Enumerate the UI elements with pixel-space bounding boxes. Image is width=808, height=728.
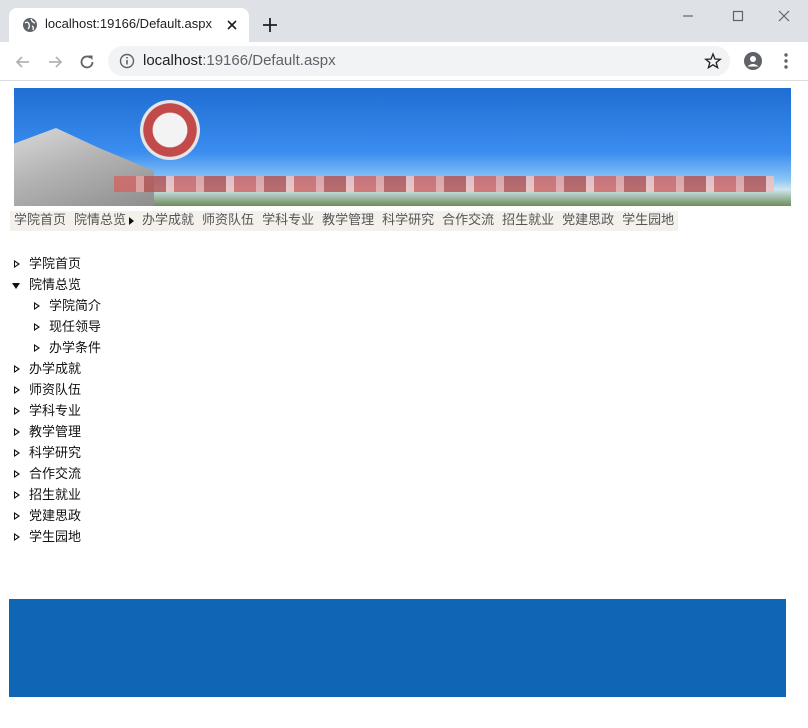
minimize-icon[interactable] <box>680 8 696 24</box>
menu-item-label: 学科专业 <box>262 213 315 228</box>
menu-item-label: 招生就业 <box>502 213 555 228</box>
menu-item-label: 科学研究 <box>382 213 435 228</box>
new-tab-icon[interactable] <box>261 16 279 34</box>
tab-strip: localhost:19166/Default.aspx <box>0 0 808 42</box>
forward-icon[interactable] <box>45 52 65 72</box>
tree-node-label[interactable]: 院情总览 <box>29 275 81 296</box>
account-icon[interactable] <box>743 51 763 71</box>
tree-node-label[interactable]: 现任领导 <box>49 317 101 338</box>
menu-item-label: 合作交流 <box>442 213 495 228</box>
info-icon[interactable] <box>119 53 135 69</box>
expand-arrow-icon[interactable] <box>14 533 20 541</box>
expand-arrow-icon[interactable] <box>14 449 20 457</box>
menu-item-overview[interactable]: 院情总览 <box>70 211 138 231</box>
browser-chrome: localhost:19166/Default.aspx localhost:1… <box>0 0 808 81</box>
menu-item-label: 党建思政 <box>562 213 615 228</box>
address-bar[interactable]: localhost:19166/Default.aspx <box>108 46 730 76</box>
maximize-icon[interactable] <box>730 8 746 24</box>
url-host: localhost <box>143 52 203 69</box>
reload-icon[interactable] <box>77 52 97 72</box>
menu-item-home[interactable]: 学院首页 <box>10 211 70 231</box>
url-path: :19166/Default.aspx <box>202 52 336 69</box>
expand-arrow-icon[interactable] <box>14 491 20 499</box>
menu-item-label: 学生园地 <box>622 213 675 228</box>
expand-arrow-icon[interactable] <box>14 428 20 436</box>
tree-node-label[interactable]: 学院首页 <box>29 254 81 275</box>
tree-node-label[interactable]: 师资队伍 <box>29 380 81 401</box>
expand-arrow-icon[interactable] <box>14 260 20 268</box>
tree-node-label[interactable]: 教学管理 <box>29 422 81 443</box>
browser-tab[interactable]: localhost:19166/Default.aspx <box>9 8 249 42</box>
browser-toolbar: localhost:19166/Default.aspx <box>0 42 808 81</box>
tree-node-label[interactable]: 党建思政 <box>29 506 81 527</box>
menu-item-faculty[interactable]: 师资队伍 <box>198 211 258 231</box>
menu-item-label: 教学管理 <box>322 213 375 228</box>
back-icon[interactable] <box>13 52 33 72</box>
tree-node-label[interactable]: 合作交流 <box>29 464 81 485</box>
menu-item-cooperation[interactable]: 合作交流 <box>438 211 498 231</box>
banner-mountain-image <box>14 128 154 206</box>
tree-node-label[interactable]: 办学条件 <box>49 338 101 359</box>
expand-arrow-icon[interactable] <box>14 407 20 415</box>
globe-icon <box>23 18 37 32</box>
tab-title: localhost:19166/Default.aspx <box>45 16 212 31</box>
page-footer <box>9 599 786 697</box>
tree-node-label[interactable]: 学院简介 <box>49 296 101 317</box>
tree-node-label[interactable]: 学科专业 <box>29 401 81 422</box>
main-menu: 学院首页 院情总览 办学成就 师资队伍 学科专业 教学管理 科学研究 合作交流 … <box>10 211 679 231</box>
close-tab-icon[interactable] <box>225 18 239 32</box>
submenu-arrow-icon <box>129 216 135 225</box>
menu-item-teaching[interactable]: 教学管理 <box>318 211 378 231</box>
menu-item-admissions[interactable]: 招生就业 <box>498 211 558 231</box>
menu-item-label: 学院首页 <box>14 213 67 228</box>
tree-node-label[interactable]: 学生园地 <box>29 527 81 548</box>
window-close-icon[interactable] <box>776 8 792 24</box>
tree-node-label[interactable]: 办学成就 <box>29 359 81 380</box>
menu-item-label: 院情总览 <box>74 213 127 228</box>
menu-item-research[interactable]: 科学研究 <box>378 211 438 231</box>
expand-arrow-icon[interactable] <box>14 386 20 394</box>
header-banner <box>14 88 791 206</box>
menu-item-achievements[interactable]: 办学成就 <box>138 211 198 231</box>
expand-arrow-icon[interactable] <box>34 302 40 310</box>
more-menu-icon[interactable] <box>776 51 796 71</box>
menu-item-students[interactable]: 学生园地 <box>618 211 678 231</box>
menu-item-party[interactable]: 党建思政 <box>558 211 618 231</box>
menu-item-label: 师资队伍 <box>202 213 255 228</box>
collapse-arrow-icon[interactable] <box>12 283 20 289</box>
banner-decorative-strip <box>114 176 774 192</box>
expand-arrow-icon[interactable] <box>14 512 20 520</box>
url-text: localhost:19166/Default.aspx <box>143 52 336 69</box>
expand-arrow-icon[interactable] <box>34 344 40 352</box>
tree-node-label[interactable]: 招生就业 <box>29 485 81 506</box>
menu-item-label: 办学成就 <box>142 213 195 228</box>
expand-arrow-icon[interactable] <box>14 365 20 373</box>
menu-item-disciplines[interactable]: 学科专业 <box>258 211 318 231</box>
expand-arrow-icon[interactable] <box>14 470 20 478</box>
bookmark-star-icon[interactable] <box>704 52 722 70</box>
expand-arrow-icon[interactable] <box>34 323 40 331</box>
tree-node-label[interactable]: 科学研究 <box>29 443 81 464</box>
school-seal-logo <box>140 100 200 160</box>
